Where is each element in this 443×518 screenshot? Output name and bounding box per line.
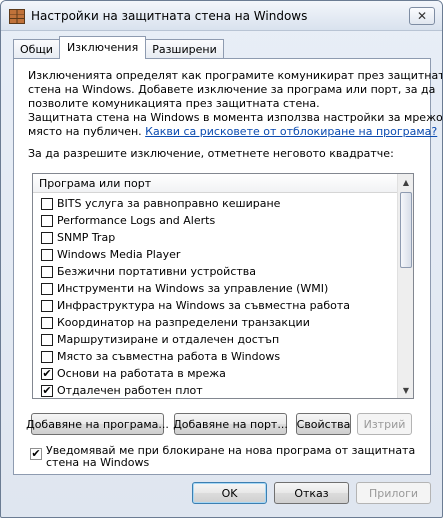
exception-checkbox[interactable] [41,214,53,227]
exceptions-panel: Изключенията определят как програмите ко… [13,58,442,475]
list-item[interactable]: Инфраструктура на Windows за съвместна р… [33,297,398,314]
exception-checkbox[interactable] [41,231,53,244]
exception-checkbox[interactable] [41,316,53,329]
title-bar: Настройки на защитната стена на Windows … [1,1,442,31]
window-title: Настройки на защитната стена на Windows [31,9,308,23]
exception-checkbox[interactable] [41,333,53,346]
list-item-label: Маршрутизиране и отдалечен достъп [57,333,280,346]
tab-advanced[interactable]: Разширени [145,39,224,59]
tab-exceptions[interactable]: Изключения [58,36,147,59]
exception-checkbox[interactable] [41,282,53,295]
list-item-label: BITS услуга за равноправно кеширане [57,197,281,210]
check-icon: ✔ [42,383,52,397]
list-item[interactable]: Инструменти на Windows за управление (WM… [33,280,398,297]
description-line-1: Изключенията определят как програмите ко… [28,69,443,82]
delete-button[interactable]: Изтрий [357,413,412,435]
description-line-2: стена на Windows. Добавете изключение за… [28,83,436,96]
check-icon: ✔ [42,366,52,380]
list-item[interactable]: Безжични портативни устройства [33,263,398,280]
exception-checkbox[interactable]: ✔ [41,366,53,380]
list-rows: BITS услуга за равноправно кеширане Perfo… [33,195,398,398]
ok-button[interactable]: OK [192,482,267,504]
list-item[interactable]: Windows Media Player [33,246,398,263]
description-line-4: Защитната стена на Windows в момента изп… [28,111,443,124]
scroll-down-icon[interactable]: ▼ [398,382,413,398]
instruction-text: За да разрешите изключение, отметнете не… [28,147,394,160]
cancel-button[interactable]: Отказ [274,482,349,504]
list-item[interactable]: Performance Logs and Alerts [33,212,398,229]
close-button[interactable]: ✕ [409,7,435,25]
list-item[interactable]: ✔ Отдалечен работен плот [33,382,398,398]
tab-general[interactable]: Общи [13,39,60,59]
add-program-button[interactable]: Добавяне на програма... [26,413,169,435]
list-item-label: Безжични портативни устройства [57,265,256,278]
notify-label[interactable]: Уведомявай ме при блокиране на нова прог… [46,445,422,469]
scroll-thumb[interactable] [400,192,412,268]
list-item[interactable]: BITS услуга за равноправно кеширане [33,195,398,212]
exceptions-list[interactable]: Програма или порт BITS услуга за равнопр… [32,173,414,399]
list-item-label: Инструменти на Windows за управление (WM… [57,282,329,295]
list-item-label: Инфраструктура на Windows за съвместна р… [57,299,351,312]
risks-help-link[interactable]: Какви са рисковете от отблокиране на про… [145,125,437,138]
notify-option[interactable]: ✔ Уведомявай ме при блокиране на нова пр… [30,445,422,469]
list-item-label: Основи на работата в мрежа [57,367,226,380]
notify-checkbox[interactable]: ✔ [30,448,42,460]
check-icon: ✔ [31,447,41,460]
scroll-up-icon[interactable]: ▲ [398,174,413,190]
list-item-label: Windows Media Player [57,248,181,261]
list-item[interactable]: Място за съвместна работа в Windows [33,348,398,365]
list-item[interactable]: Маршрутизиране и отдалечен достъп [33,331,398,348]
list-scrollbar[interactable]: ▲ ▼ [397,174,413,398]
description-line-3: позволите комуникацията през защитната с… [28,97,320,110]
description-line-5-text: място на публичен. [28,125,146,138]
exception-checkbox[interactable] [41,299,53,312]
list-column-header[interactable]: Програма или порт [33,174,398,193]
add-port-button[interactable]: Добавяне на порт... [173,413,288,435]
exception-checkbox[interactable] [41,265,53,278]
list-item[interactable]: ✔ Основи на работата в мрежа [33,365,398,382]
description-line-5: място на публичен. Какви са рисковете от… [28,125,437,139]
exception-checkbox[interactable] [41,197,53,210]
firewall-settings-dialog: Настройки на защитната стена на Windows … [0,0,443,518]
properties-button[interactable]: Свойства [296,413,351,435]
list-item-label: Performance Logs and Alerts [57,214,216,227]
list-item-label: Място за съвместна работа в Windows [57,350,281,363]
firewall-icon [9,9,25,24]
exception-checkbox[interactable] [41,350,53,363]
list-item[interactable]: SNMP Trap [33,229,398,246]
exception-checkbox[interactable] [41,248,53,261]
apply-button[interactable]: Прилоги [356,482,431,504]
list-item-label: Координатор на разпределени транзакции [57,316,310,329]
list-item-label: SNMP Trap [57,231,116,244]
list-item-label: Отдалечен работен плот [57,384,203,397]
exception-checkbox[interactable]: ✔ [41,383,53,397]
list-item[interactable]: Координатор на разпределени транзакции [33,314,398,331]
tab-strip: Общи Изключения Разширени [13,36,224,59]
